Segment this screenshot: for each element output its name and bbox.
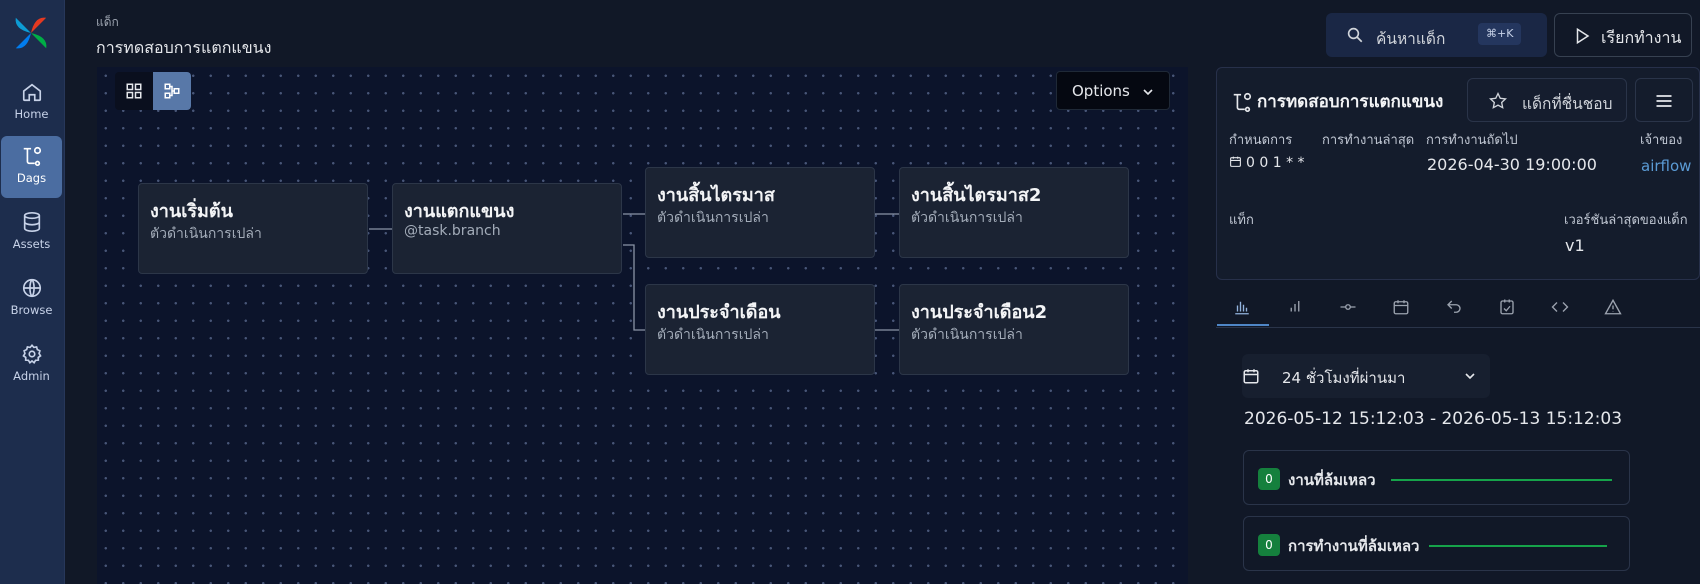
task-node-branch[interactable]: งานแตกแขนง @task.branch (392, 183, 622, 274)
tab-overview[interactable] (1217, 290, 1269, 326)
menu-button[interactable] (1635, 78, 1693, 122)
failed-tasks-label: งานที่ล้มเหลว (1288, 471, 1376, 489)
tab-tasks[interactable] (1323, 290, 1375, 326)
task-node-title: งานประจำเดือน2 (911, 302, 1048, 323)
gear-icon (21, 344, 42, 364)
failed-tasks-card[interactable]: 0 งานที่ล้มเหลว (1243, 450, 1630, 505)
edge-branch-monthly (623, 244, 645, 331)
tab-backfills[interactable] (1429, 290, 1481, 326)
nav-dags[interactable]: Dags (1, 136, 62, 198)
failed-tasks-sparkline (1391, 479, 1612, 481)
search-icon (1347, 27, 1363, 43)
page-title: การทดสอบการแตกแขนง (96, 38, 272, 57)
calendar-icon (1243, 369, 1259, 384)
side-nav: Home Dags Assets Browse Admin (0, 0, 65, 584)
failed-tasks-count: 0 (1258, 468, 1280, 490)
nav-browse[interactable]: Browse (1, 268, 62, 330)
database-icon (23, 212, 40, 232)
home-icon (22, 83, 41, 102)
task-node-title: งานเริ่มต้น (150, 201, 233, 222)
schedule-value-wrap: 0 0 1 * * (1229, 155, 1305, 171)
favorite-label: แด็กที่ชื่นชอบ (1522, 95, 1613, 113)
task-node-title: งานแตกแขนง (404, 201, 515, 222)
detail-tabs (1216, 288, 1700, 328)
tags-label: แท็ก (1229, 213, 1254, 228)
trigger-run-label: เรียกทำงาน (1601, 28, 1682, 47)
search-label: ค้นหาแด็ก (1376, 30, 1446, 48)
globe-icon (22, 278, 41, 298)
task-node-operator: ตัวดำเนินการเปล่า (657, 210, 769, 226)
dag-details-card: การทดสอบการแตกแขนง แด็กที่ชื่นชอบ กำหนดก… (1216, 67, 1700, 280)
time-range-value: 24 ชั่วโมงที่ผ่านมา (1282, 369, 1406, 387)
task-icon (1340, 304, 1356, 310)
failed-runs-count: 0 (1258, 534, 1280, 556)
tab-audit-log[interactable] (1482, 290, 1534, 326)
task-node-monthly-2[interactable]: งานประจำเดือน2 ตัวดำเนินการเปล่า (899, 284, 1129, 375)
tab-calendar[interactable] (1376, 290, 1428, 326)
task-node-title: งานสิ้นไตรมาส (657, 185, 775, 206)
time-range-select[interactable]: 24 ชั่วโมงที่ผ่านมา (1242, 354, 1490, 398)
overview-icon (1235, 301, 1249, 315)
star-icon (1489, 91, 1507, 109)
owner-label: เจ้าของ (1640, 133, 1683, 148)
nav-assets-label: Assets (12, 237, 51, 251)
warning-icon (1604, 298, 1622, 315)
tab-runs[interactable] (1270, 290, 1322, 326)
breadcrumb-dags[interactable]: แด็ก (96, 13, 119, 32)
search-button[interactable]: ค้นหาแด็ก ⌘+K (1326, 13, 1547, 57)
schedule-label: กำหนดการ (1229, 133, 1293, 148)
tab-warnings[interactable] (1588, 290, 1640, 326)
trigger-run-button[interactable]: เรียกทำงาน (1554, 13, 1692, 57)
nav-home-label: Home (14, 107, 49, 121)
failed-runs-card[interactable]: 0 การทำงานที่ล้มเหลว (1243, 516, 1630, 571)
task-node-title: งานสิ้นไตรมาส2 (911, 185, 1042, 206)
task-node-end-of-quarter-2[interactable]: งานสิ้นไตรมาส2 ตัวดำเนินการเปล่า (899, 167, 1129, 258)
tab-code[interactable] (1535, 290, 1587, 326)
task-node-end-of-quarter[interactable]: งานสิ้นไตรมาส ตัวดำเนินการเปล่า (645, 167, 875, 258)
nav-browse-label: Browse (10, 303, 53, 317)
calendar-icon (1393, 300, 1409, 315)
last-run-label: การทำงานล่าสุด (1322, 133, 1415, 148)
task-node-operator: ตัวดำเนินการเปล่า (657, 327, 769, 343)
task-node-operator: ตัวดำเนินการเปล่า (911, 210, 1023, 226)
nav-home[interactable]: Home (1, 72, 62, 134)
backfill-icon (1447, 300, 1461, 313)
graph-canvas[interactable]: Options งานเริ่มต้น ตัวดำเนินการเปล่า งา… (97, 67, 1188, 584)
dag-title: การทดสอบการแตกแขนง (1257, 92, 1444, 112)
task-node-operator: ตัวดำเนินการเปล่า (911, 327, 1023, 343)
airflow-logo[interactable] (12, 14, 50, 52)
nav-dags-label: Dags (16, 171, 47, 185)
nav-assets[interactable]: Assets (1, 202, 62, 264)
task-node-start[interactable]: งานเริ่มต้น ตัวดำเนินการเปล่า (138, 183, 368, 274)
task-node-operator: @task.branch (404, 223, 501, 239)
task-node-title: งานประจำเดือน (657, 302, 781, 323)
chevron-down-icon (1465, 373, 1475, 380)
audit-log-icon (1500, 299, 1514, 315)
failed-runs-label: การทำงานที่ล้มเหลว (1288, 537, 1420, 555)
next-run-label: การทำงานถัดไป (1426, 133, 1518, 148)
dags-icon (23, 146, 41, 166)
details-panel: การทดสอบการแตกแขนง แด็กที่ชื่นชอบ กำหนดก… (1216, 67, 1700, 584)
play-icon (1576, 27, 1590, 45)
latest-version-label: เวอร์ชันล่าสุดของแด็ก (1564, 213, 1688, 228)
owner-link[interactable]: airflow (1641, 157, 1691, 175)
time-range-text: 2026-05-12 15:12:03 - 2026-05-13 15:12:0… (1244, 409, 1623, 429)
latest-version-value: v1 (1565, 236, 1585, 255)
hamburger-icon (1656, 95, 1672, 107)
nav-admin-label: Admin (13, 369, 50, 383)
calendar-icon (1230, 156, 1241, 167)
dags-icon (1233, 92, 1252, 112)
bar-chart-icon (1290, 301, 1300, 312)
task-node-operator: ตัวดำเนินการเปล่า (150, 226, 262, 242)
search-shortcut: ⌘+K (1478, 23, 1522, 45)
code-icon (1551, 302, 1569, 312)
failed-runs-sparkline (1429, 545, 1607, 547)
task-node-monthly[interactable]: งานประจำเดือน ตัวดำเนินการเปล่า (645, 284, 875, 375)
schedule-value: 0 0 1 * * (1246, 155, 1305, 171)
favorite-button[interactable]: แด็กที่ชื่นชอบ (1467, 78, 1627, 122)
next-run-value: 2026-04-30 19:00:00 (1427, 155, 1597, 174)
nav-admin[interactable]: Admin (1, 334, 62, 396)
